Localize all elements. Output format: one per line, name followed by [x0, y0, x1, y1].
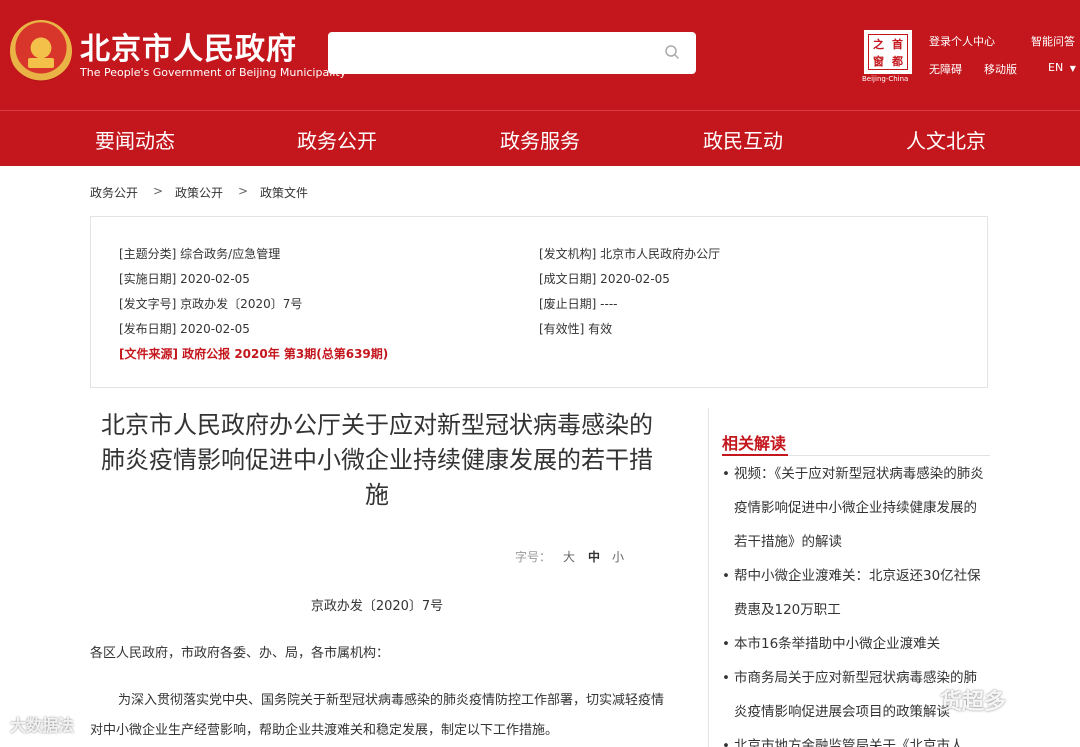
font-size-small-button[interactable]: 小 — [612, 548, 624, 565]
info-publish-date: [发布日期] 2020-02-05 — [119, 322, 250, 336]
language-switch[interactable]: EN ▼ — [1048, 61, 1076, 74]
accessibility-link[interactable]: 无障碍 — [929, 61, 962, 77]
site-title[interactable]: 北京市人民政府 — [80, 24, 297, 68]
national-emblem-icon — [10, 20, 72, 82]
nav-news[interactable]: 要闻动态 — [95, 125, 175, 154]
nav-interaction[interactable]: 政民互动 — [703, 125, 783, 154]
column-divider — [708, 408, 709, 747]
nav-gov-affairs[interactable]: 政务公开 — [297, 125, 377, 154]
breadcrumb-separator: > — [238, 184, 249, 198]
info-topic: [主题分类] 综合政务/应急管理 — [119, 247, 281, 261]
breadcrumb-item[interactable]: 政策文件 — [260, 184, 308, 201]
site-header: 北京市人民政府 The People's Government of Beiji… — [0, 0, 1080, 110]
watermark-right: 货超多 — [940, 690, 1007, 715]
site-subtitle: The People's Government of Beijing Munic… — [80, 66, 347, 79]
search-input[interactable] — [328, 32, 696, 74]
mobile-link[interactable]: 移动版 — [984, 61, 1017, 77]
info-agency: [发文机构] 北京市人民政府办公厅 — [539, 247, 721, 261]
info-source[interactable]: [文件来源] 政府公报 2020年 第3期(总第639期) — [119, 345, 388, 362]
nav-services[interactable]: 政务服务 — [500, 125, 580, 154]
related-item[interactable]: 北京市地方金融监管局关于《北京市人 — [722, 729, 990, 747]
related-heading: 相关解读 — [722, 434, 787, 453]
article-paragraph: 为深入贯彻落实党中央、国务院关于新型冠状病毒感染的肺炎疫情防控工作部署，切实减轻… — [90, 693, 665, 738]
info-doc-number: [发文字号] 京政办发〔2020〕7号 — [119, 297, 303, 311]
logo-caption: Beijing-China — [862, 75, 909, 83]
font-size-label: 字号： — [515, 550, 552, 564]
info-written-date: [成文日期] 2020-02-05 — [539, 272, 670, 286]
info-effective-date: [实施日期] 2020-02-05 — [119, 272, 250, 286]
info-repeal-date: [废止日期] ---- — [539, 297, 618, 311]
assistant-link[interactable]: 智能问答 — [1031, 33, 1075, 49]
article-addressee: 各区人民政府，市政府各委、办、局，各市属机构： — [90, 646, 390, 661]
related-item[interactable]: 帮中小微企业渡难关：北京返还30亿社保费惠及120万职工 — [722, 559, 990, 627]
breadcrumb-item[interactable]: 政务公开 — [90, 184, 138, 201]
font-size-large-button[interactable]: 大 — [563, 548, 575, 565]
article-title: 北京市人民政府办公厅关于应对新型冠状病毒感染的肺炎疫情影响促进中小微企业持续健康… — [101, 411, 653, 509]
main-nav: 要闻动态 政务公开 政务服务 政民互动 人文北京 — [0, 110, 1080, 166]
search-icon[interactable] — [664, 44, 680, 60]
chevron-down-icon: ▼ — [1069, 64, 1076, 73]
watermark-left: 大数据法 — [10, 716, 75, 735]
document-info-panel: [主题分类] 综合政务/应急管理 [发文机构] 北京市人民政府办公厅 [实施日期… — [90, 216, 988, 388]
article-doc-number: 京政办发〔2020〕7号 — [310, 599, 444, 614]
font-size-medium-button[interactable]: 中 — [588, 548, 600, 565]
breadcrumb-separator: > — [153, 184, 164, 198]
related-underline — [722, 454, 788, 456]
related-item[interactable]: 视频：《关于应对新型冠状病毒感染的肺炎疫情影响促进中小微企业持续健康发展的若干措… — [722, 457, 990, 559]
login-link[interactable]: 登录个人中心 — [929, 33, 995, 49]
related-item[interactable]: 本市16条举措助中小微企业渡难关 — [722, 627, 990, 661]
nav-culture[interactable]: 人文北京 — [906, 125, 986, 154]
capital-window-logo[interactable]: 之 首 窗 都 — [864, 30, 912, 74]
breadcrumb-item[interactable]: 政策公开 — [175, 184, 223, 201]
info-validity: [有效性] 有效 — [539, 322, 613, 336]
